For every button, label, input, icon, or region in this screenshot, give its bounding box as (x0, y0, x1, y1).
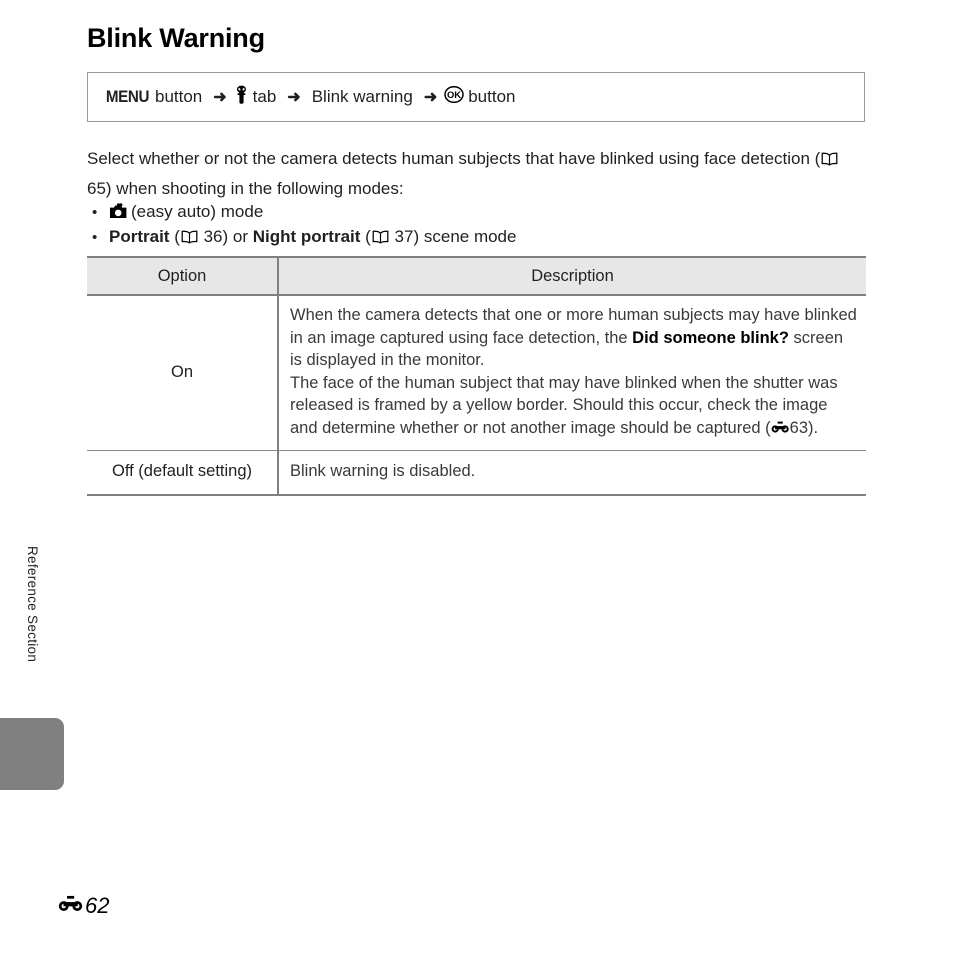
option-description-on: When the camera detects that one or more… (278, 295, 866, 451)
menu-path-box: MENU button ➜ tab ➜ Blink warning ➜ OK b… (87, 72, 865, 122)
desc-on-seg-4: ). (808, 418, 819, 437)
desc-on-ref-num: 63 (789, 418, 808, 437)
list-item: • (easy auto) mode (87, 199, 847, 224)
arrow-right-icon-1: ➜ (213, 89, 227, 106)
page-footer: 62 (58, 893, 109, 919)
reference-section-icon (58, 893, 84, 919)
menu-button-glyph: MENU (105, 87, 150, 106)
menu-button-word: button (154, 87, 203, 106)
desc-on-seg-3: The face of the human subject that may h… (290, 373, 838, 437)
table-row: Off (default setting) Blink warning is d… (87, 450, 866, 496)
column-header-description: Description (278, 256, 866, 296)
intro-page-ref: 65 (87, 179, 106, 198)
arrow-right-icon-2: ➜ (287, 89, 301, 106)
option-name-off: Off (default setting) (87, 450, 279, 496)
list-item: • Portrait ( 36) or Night portrait ( 37)… (87, 224, 847, 249)
mode-scene-trailing: scene mode (423, 227, 517, 246)
intro-paragraph: Select whether or not the camera detects… (87, 145, 847, 203)
reference-section-icon (771, 418, 790, 441)
desc-on-bold-phrase: Did someone blink? (632, 328, 789, 347)
mode-night-portrait-label: Night portrait (252, 227, 361, 246)
mode-list: • (easy auto) mode • Portrait ( 36) or N… (87, 199, 847, 249)
reference-section-label: Reference Section (25, 546, 40, 663)
table-row: On When the camera detects that one or m… (87, 295, 866, 451)
options-table: Option Description On When the camera de… (87, 256, 866, 496)
menu-path-breadcrumb: MENU button ➜ tab ➜ Blink warning ➜ OK b… (88, 85, 519, 109)
arrow-right-icon-3: ➜ (423, 89, 438, 106)
intro-text-part-2: ) when shooting in the following modes: (105, 179, 404, 198)
wrench-icon (234, 85, 249, 109)
book-icon (181, 226, 198, 251)
book-icon (372, 226, 389, 251)
column-header-option: Option (87, 256, 279, 296)
table-header-row: Option Description (87, 256, 866, 296)
menu-item-name: Blink warning (311, 87, 413, 106)
mode-portrait-night: Portrait ( 36) or Night portrait ( 37) s… (109, 224, 516, 251)
page-number: 62 (85, 893, 110, 918)
bullet-icon: • (92, 229, 98, 246)
option-description-off: Blink warning is disabled. (278, 450, 866, 496)
mode-portrait-label: Portrait (109, 227, 170, 246)
mode-conjunction: or (232, 227, 249, 246)
book-icon (821, 147, 838, 175)
mode-easy-auto-text: (easy auto) mode (131, 202, 264, 221)
mode-night-portrait-page-ref: 37 (394, 227, 414, 246)
ok-button-word: button (468, 87, 516, 106)
ok-button-icon: OK (444, 85, 464, 108)
option-name-on: On (87, 295, 279, 451)
tab-word: tab (252, 87, 277, 106)
intro-text-part-1: Select whether or not the camera detects… (87, 149, 821, 168)
svg-text:OK: OK (447, 89, 461, 100)
page-title: Blink Warning (87, 23, 265, 53)
bullet-icon: • (92, 204, 98, 221)
mode-easy-auto: (easy auto) mode (109, 199, 263, 227)
mode-portrait-page-ref: 36 (203, 227, 223, 246)
